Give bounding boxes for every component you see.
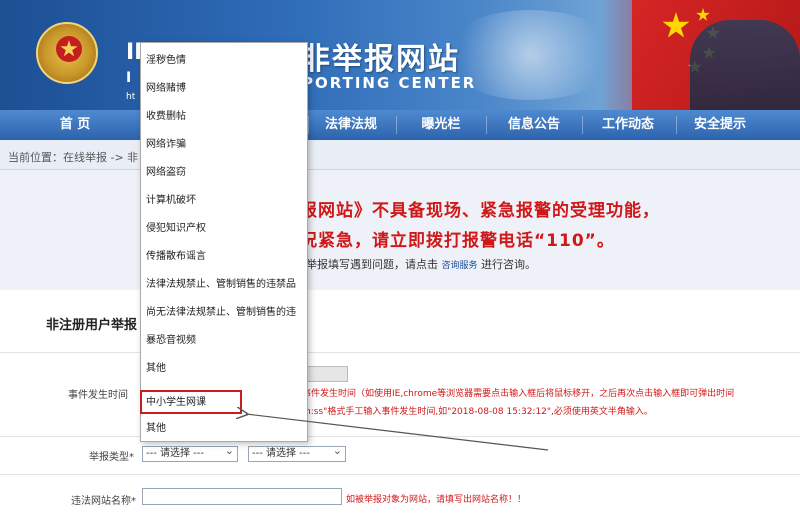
annotation-arrow xyxy=(0,0,549,451)
arrow-line xyxy=(246,414,549,451)
